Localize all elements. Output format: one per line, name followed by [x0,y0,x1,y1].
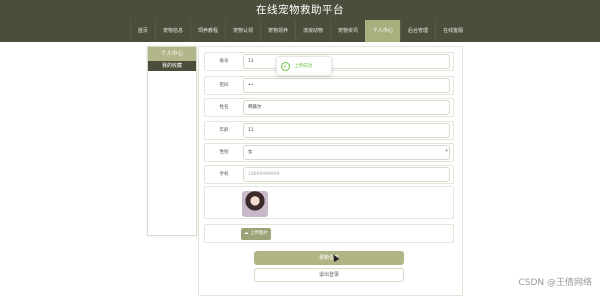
field-row-name: 姓名 韩嘉尔 [204,98,454,117]
age-label: 年龄 [219,128,229,133]
nav-item-admin[interactable]: 后台管理 [400,20,435,42]
gender-select[interactable]: 女 [243,145,450,160]
nav-item-pet-news[interactable]: 宠物资讯 [330,20,365,42]
field-row-age: 年龄 11 [204,121,454,140]
nav-item-pet-claim[interactable]: 宠物认领 [224,20,260,42]
phone-label: 手机 [219,172,229,177]
sidebar-item-favorites[interactable]: 我的收藏 [148,61,196,71]
upload-row: ☁ 上传图片 [204,224,454,243]
field-row-password: 密码 •• [204,76,454,95]
app-title: 在线宠物救助平台 [0,0,600,20]
watermark: CSDN @王倩网络 [518,278,592,288]
avatar-image [242,191,268,217]
field-row-gender: 性别 女 ▾ [204,143,454,162]
password-label: 密码 [219,83,229,88]
account-label: 账号 [219,59,229,64]
upload-icon: ☁ [244,231,249,236]
avatar-row [204,186,454,219]
field-row-phone: 手机 18899999999 [204,165,454,184]
sidebar-header[interactable]: 个人中心 [148,47,196,61]
upload-image-button[interactable]: ☁ 上传图片 [241,228,271,240]
account-input[interactable]: 11 [243,54,450,69]
nav-item-pet-adoption[interactable]: 宠物领养 [259,20,295,42]
logout-button[interactable]: 退出登录 [254,268,404,282]
main-nav: 首页 宠物信息 饲养教程 宠物认领 宠物领养 流浪动物 宠物资讯 个人中心 后台… [0,20,600,42]
nav-item-care-guide[interactable]: 饲养教程 [189,20,225,42]
toast-message: 上传成功 [294,64,312,69]
age-input[interactable]: 11 [243,123,450,138]
nav-item-pet-info[interactable]: 宠物信息 [154,20,190,42]
name-input[interactable]: 韩嘉尔 [243,100,450,115]
name-label: 姓名 [219,105,229,110]
sidebar: 个人中心 我的收藏 [147,46,197,236]
nav-item-home[interactable]: 首页 [129,20,155,42]
upload-button-label: 上传图片 [249,231,268,236]
nav-item-stray-animals[interactable]: 流浪动物 [295,20,330,42]
nav-item-profile[interactable]: 个人中心 [365,20,401,42]
check-circle-icon: ✓ [281,62,290,71]
chevron-down-icon: ▾ [445,148,448,154]
password-input[interactable]: •• [243,78,450,93]
nav-item-support[interactable]: 在线客服 [435,20,470,42]
gender-label: 性别 [219,150,229,155]
success-toast: ✓ 上传成功 [276,56,332,76]
phone-input[interactable]: 18899999999 [243,167,450,182]
update-info-button[interactable]: 更新信息 [254,251,404,265]
